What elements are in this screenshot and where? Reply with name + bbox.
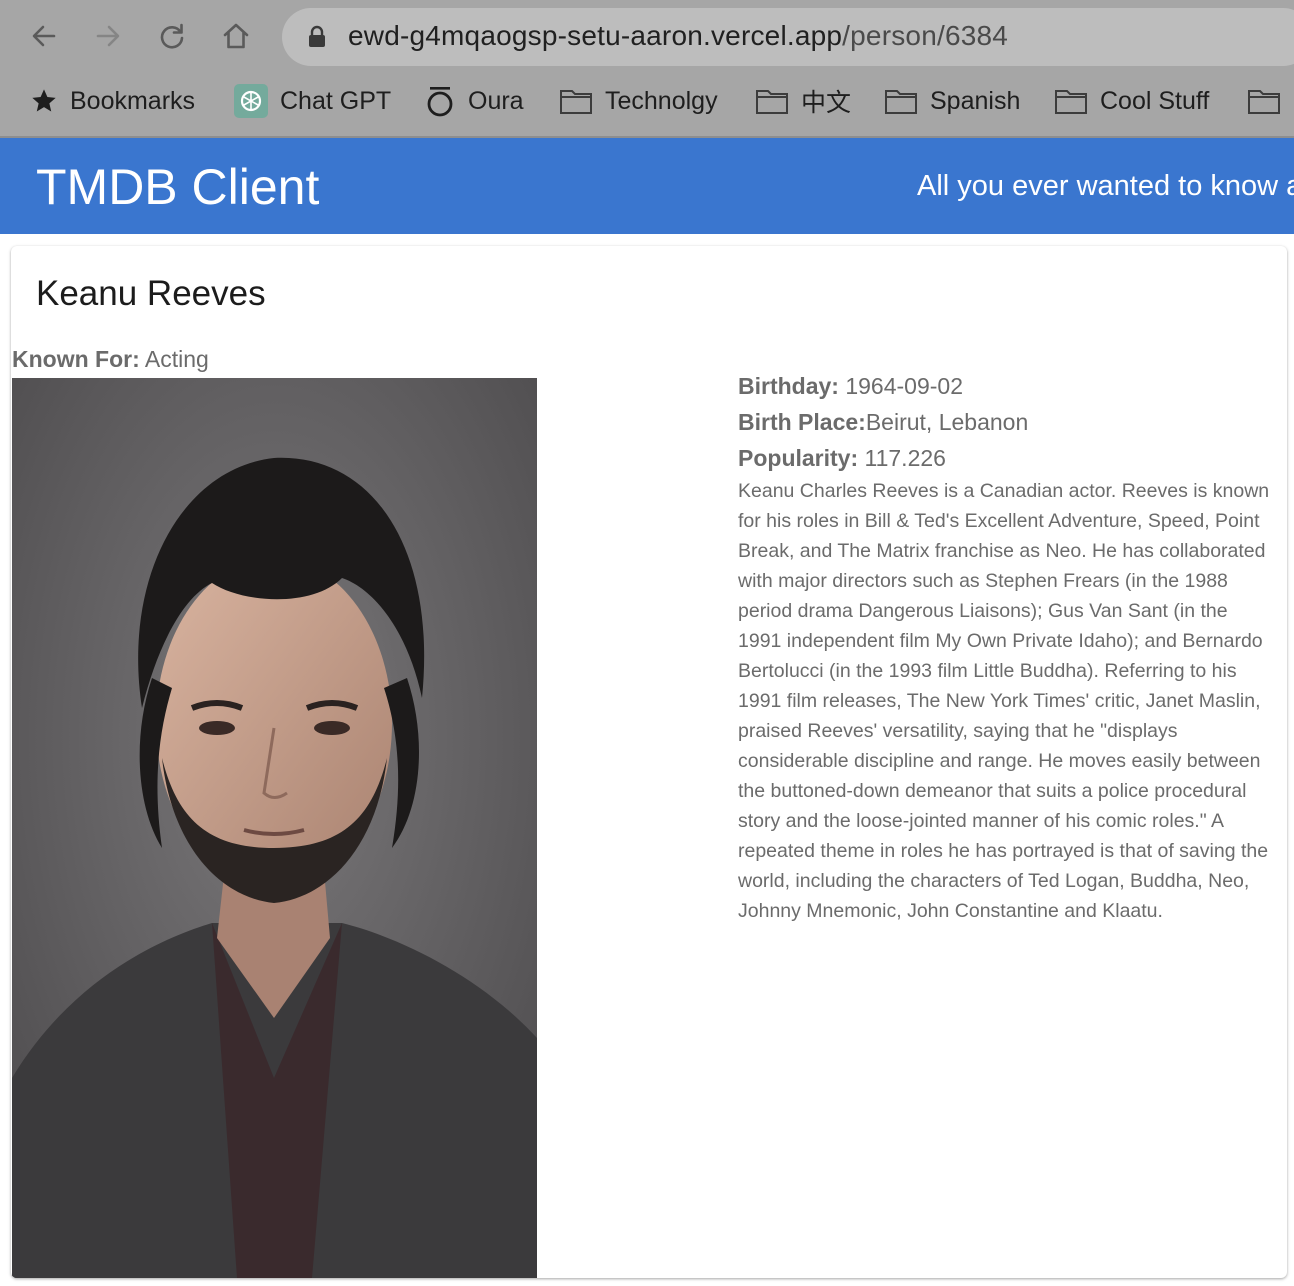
oura-icon [427,87,453,117]
forward-button[interactable] [90,18,126,54]
bookmark-label: Oura [468,86,524,115]
folder-icon [1248,90,1280,114]
reload-icon [160,23,184,49]
folder-icon [885,90,917,114]
birth-place-value: Beirut, Lebanon [865,409,1029,435]
bookmark-chat-gpt[interactable]: Chat GPT [234,84,391,118]
bookmark-label: Technolgy [605,86,718,115]
bookmark-label: Cool Stuff [1100,86,1210,115]
known-for: Known For: Acting [12,346,209,373]
app-title[interactable]: TMDB Client [36,158,319,216]
browser-chrome: ewd-g4mqaogsp-setu-aaron.vercel.app/pers… [0,0,1294,138]
bookmark-label: 中文 [801,89,852,117]
url-text: ewd-g4mqaogsp-setu-aaron.vercel.app/pers… [348,20,1008,52]
birthday-value: 1964-09-02 [845,373,963,399]
bookmark-label: Bookmarks [70,86,196,115]
bookmark-overflow-folder[interactable] [1247,84,1281,118]
profile-photo [12,378,537,1278]
bookmark-cool-stuff[interactable]: Cool Stuff [1054,84,1209,118]
bookmark-technolgy[interactable]: Technolgy [559,84,718,118]
bookmark-bookmarks[interactable]: Bookmarks [30,84,195,118]
bookmark-oura[interactable]: Oura [424,84,524,118]
url-host: ewd-g4mqaogsp-setu-aaron.vercel.app [348,20,843,51]
person-portrait-image [12,378,537,1278]
known-for-label: Known For: [12,346,140,372]
birthday-row: Birthday: 1964-09-02 [738,368,1268,404]
popularity-row: Popularity: 117.226 [738,440,1268,476]
app-header: TMDB Client All you ever wanted to know … [0,138,1294,234]
bookmarks-bar: Bookmarks Chat GPT Oura Technolgy 中文 Spa… [0,76,1294,124]
address-bar[interactable]: ewd-g4mqaogsp-setu-aaron.vercel.app/pers… [282,8,1294,66]
known-for-value: Acting [144,346,209,372]
arrow-right-icon [96,25,120,47]
arrow-left-icon [32,25,56,47]
person-name: Keanu Reeves [36,274,266,313]
back-button[interactable] [26,18,62,54]
home-icon [223,23,249,49]
birthday-label: Birthday: [738,373,839,399]
popularity-value: 117.226 [864,445,946,471]
folder-icon [756,90,788,114]
url-path: /person/6384 [842,20,1009,51]
chatgpt-icon [234,84,268,118]
bookmark-chinese[interactable]: 中文 [755,84,851,118]
person-card: Keanu Reeves Known For: Acting Birthday:… [11,246,1287,1278]
reload-button[interactable] [154,18,190,54]
folder-icon [560,90,592,114]
home-button[interactable] [218,18,254,54]
star-icon [32,89,56,112]
bookmark-spanish[interactable]: Spanish [884,84,1020,118]
biography: Keanu Charles Reeves is a Canadian actor… [738,480,1270,922]
birth-place-row: Birth Place:Beirut, Lebanon [738,404,1268,440]
bookmark-label: Chat GPT [280,86,392,115]
bookmark-label: Spanish [930,86,1021,115]
person-info: Birthday: 1964-09-02 Birth Place:Beirut,… [738,368,1270,926]
app-tagline: All you ever wanted to know about Movies… [917,170,1294,202]
birth-place-label: Birth Place: [738,409,866,435]
popularity-label: Popularity: [738,445,859,471]
lock-icon [309,25,325,47]
folder-icon [1055,90,1087,114]
